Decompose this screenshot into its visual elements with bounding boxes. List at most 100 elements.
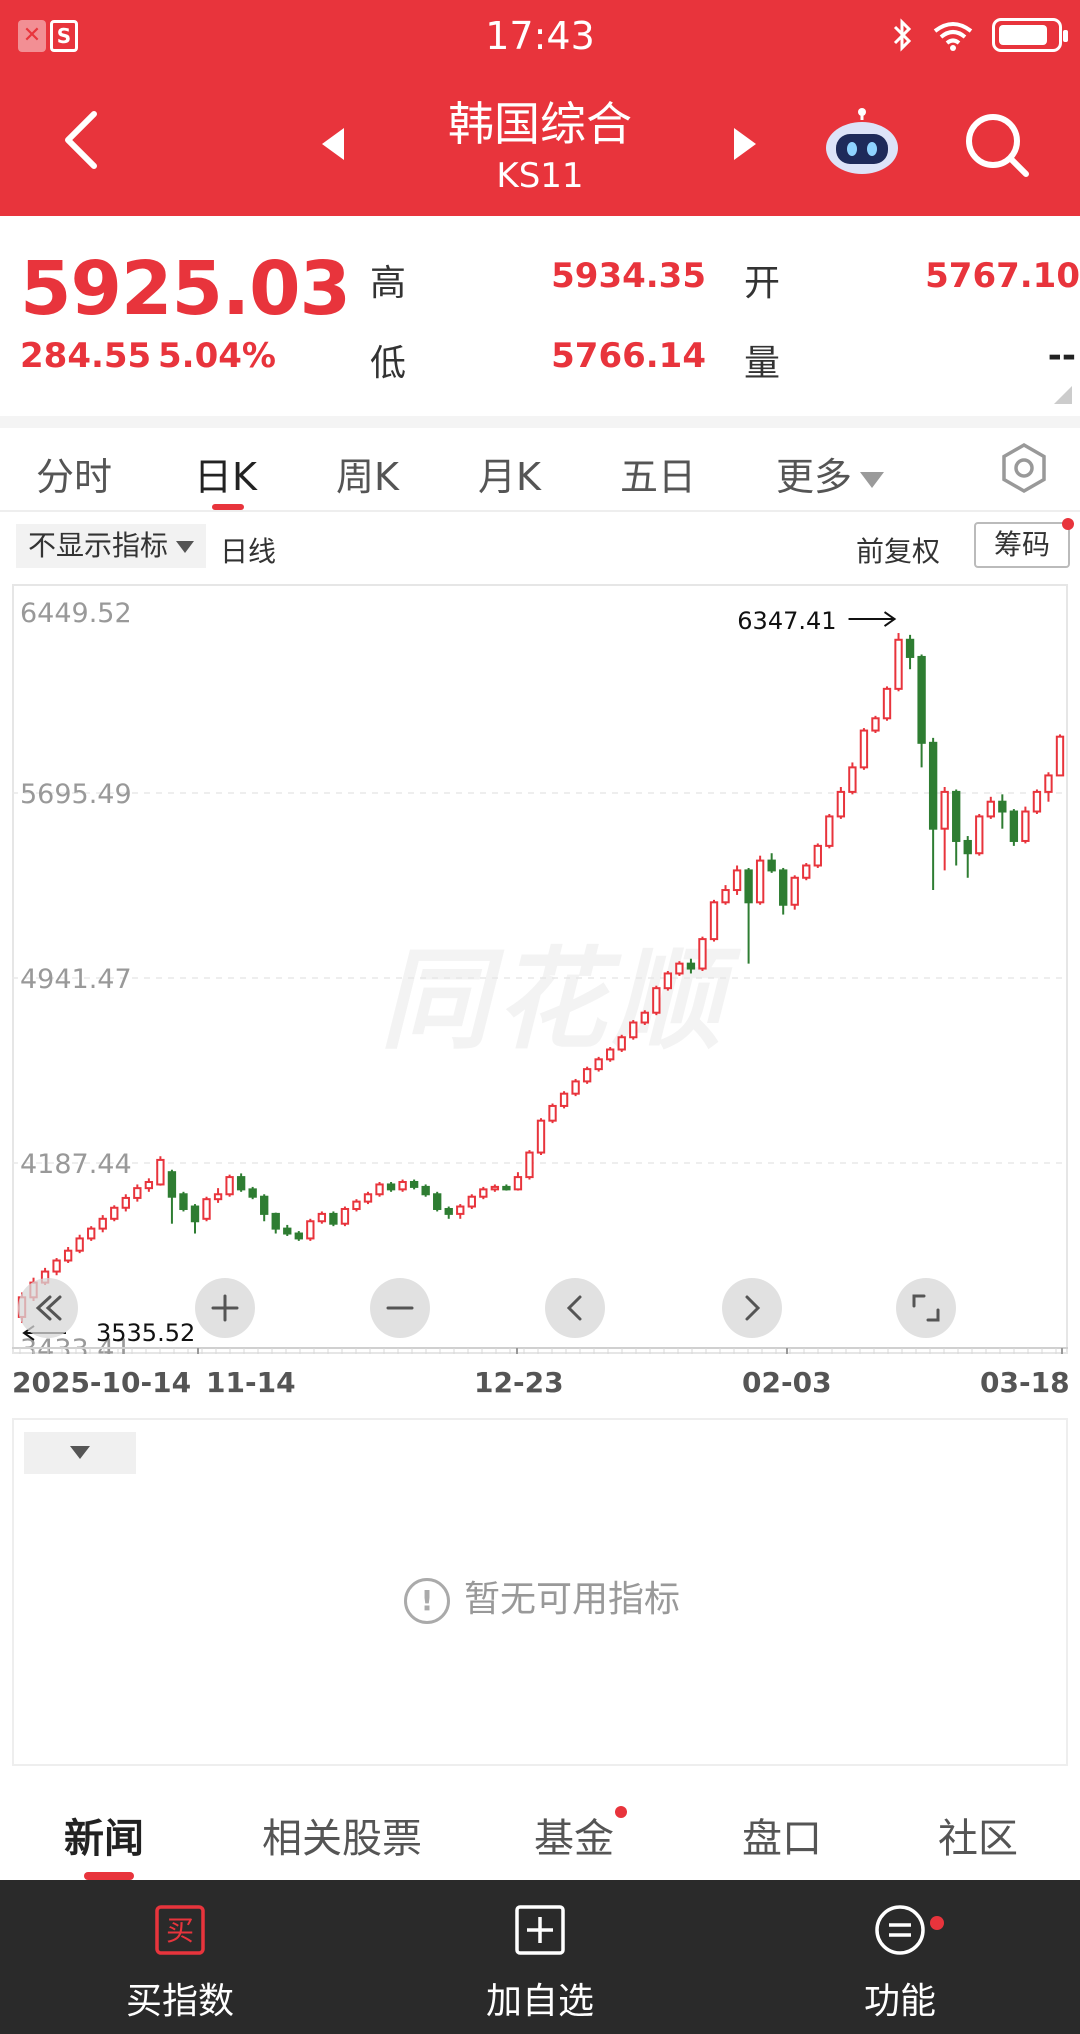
candle-body xyxy=(467,1195,476,1208)
zoom-out-icon[interactable] xyxy=(370,1278,430,1338)
candle-body xyxy=(213,1193,223,1201)
tab-five-day[interactable]: 五日 xyxy=(620,446,696,501)
tab-community[interactable]: 社区 xyxy=(938,1806,1018,1864)
candle-body xyxy=(133,1187,142,1199)
current-price: 5925.03 xyxy=(20,246,351,332)
candle-body xyxy=(294,1232,303,1240)
tab-monthly-k[interactable]: 月K xyxy=(478,446,541,501)
candle-body xyxy=(617,1036,626,1051)
indicator-panel: ! 暂无可用指标 xyxy=(12,1418,1068,1766)
notification-dot xyxy=(1062,518,1074,530)
candle-body xyxy=(225,1176,234,1196)
candle-body xyxy=(986,800,995,818)
high-value: 5934.35 xyxy=(551,256,706,296)
max-marker-label: 6347.41 xyxy=(737,607,836,635)
buy-index-button[interactable]: 买 买指数 xyxy=(80,1880,280,2034)
candle-body xyxy=(444,1207,453,1215)
tab-more[interactable]: 更多 xyxy=(776,446,885,501)
battery-icon xyxy=(992,18,1068,52)
candle-body xyxy=(859,729,869,769)
open-label: 开 xyxy=(744,263,781,304)
active-tab-indicator xyxy=(84,1872,134,1880)
indicator-dropdown[interactable] xyxy=(24,1432,136,1474)
double-left-icon[interactable] xyxy=(18,1278,78,1338)
indicator-select[interactable]: 不显示指标 xyxy=(16,524,207,568)
info-icon: ! xyxy=(403,1578,450,1624)
open-value: 5767.10 xyxy=(925,256,1080,296)
candle-body xyxy=(271,1212,280,1230)
candle-body xyxy=(63,1249,73,1262)
tab-order-book[interactable]: 盘口 xyxy=(742,1806,822,1864)
candle-body xyxy=(375,1183,384,1196)
candle-body xyxy=(433,1193,442,1210)
candle-body xyxy=(871,717,880,732)
candle-body xyxy=(340,1207,350,1225)
candle-body xyxy=(456,1205,465,1215)
y-tick-label: 4187.44 xyxy=(20,1149,132,1180)
empty-state-text: 暂无可用指标 xyxy=(463,1579,680,1620)
price-change-pct: 5.04% xyxy=(158,336,276,376)
next-index-icon[interactable] xyxy=(730,124,760,164)
y-tick-label: 4941.47 xyxy=(20,964,132,995)
indicator-select-label: 不显示指标 xyxy=(28,529,169,562)
candle-body xyxy=(928,741,938,830)
functions-button[interactable]: 功能 xyxy=(800,1880,1000,2034)
control-circle xyxy=(896,1278,956,1338)
candle-body xyxy=(179,1193,188,1210)
candle-body xyxy=(548,1104,557,1122)
chevron-left-icon[interactable] xyxy=(545,1278,605,1338)
price-change: 284.55 xyxy=(20,336,152,376)
candle-body xyxy=(1044,774,1053,793)
candle-body xyxy=(110,1206,119,1220)
add-watchlist-label: 加自选 xyxy=(485,1981,594,2022)
candle-body xyxy=(940,790,949,830)
tab-news[interactable]: 新闻 xyxy=(64,1806,144,1864)
menu-icon xyxy=(875,1905,925,1955)
fullscreen-icon[interactable] xyxy=(896,1278,956,1338)
x-tick-label: 11-14 xyxy=(206,1366,296,1399)
chart-toolbar: 不显示指标 日线 前复权 筹码 xyxy=(0,512,1080,584)
candle-body xyxy=(317,1212,327,1223)
tab-weekly-k[interactable]: 周K xyxy=(336,446,399,501)
candle-body xyxy=(121,1196,130,1209)
candle-body xyxy=(202,1198,211,1220)
tab-daily-k[interactable]: 日K xyxy=(194,446,257,501)
candle-body xyxy=(144,1180,154,1190)
add-watchlist-button[interactable]: 加自选 xyxy=(440,1880,640,2034)
high-label: 高 xyxy=(370,263,407,304)
header: ✕ S 17:43 韩国综合 KS11 xyxy=(0,0,1080,216)
candle-body xyxy=(386,1183,396,1191)
period-label: 日线 xyxy=(220,535,277,568)
adjust-mode[interactable]: 前复权 xyxy=(856,530,940,570)
period-tabs: 分时 日K 周K 月K 五日 更多 xyxy=(0,428,1080,512)
active-tab-indicator xyxy=(212,504,244,510)
candle-body xyxy=(582,1068,592,1083)
candle-body xyxy=(525,1151,534,1179)
tab-intraday[interactable]: 分时 xyxy=(36,446,112,501)
candle-body xyxy=(363,1193,373,1203)
candle-body xyxy=(917,655,926,744)
candle-body xyxy=(490,1185,500,1191)
functions-notification-dot xyxy=(930,1916,944,1930)
candle-body xyxy=(260,1195,269,1215)
candle-body xyxy=(352,1200,361,1210)
candle-body xyxy=(629,1021,638,1039)
candle-body xyxy=(1032,790,1042,813)
tab-related-stocks[interactable]: 相关股票 xyxy=(262,1806,422,1864)
zoom-in-icon[interactable] xyxy=(195,1278,255,1338)
candlestick-chart[interactable]: 6449.525695.494941.474187.443433.416347.… xyxy=(12,584,1068,1354)
candle-body xyxy=(190,1205,200,1223)
low-value: 5766.14 xyxy=(551,336,706,376)
candle-body xyxy=(571,1080,580,1095)
search-icon[interactable] xyxy=(962,110,1032,180)
robot-assistant-icon[interactable] xyxy=(822,108,902,178)
chips-button[interactable]: 筹码 xyxy=(974,522,1070,568)
candle-body xyxy=(975,815,984,855)
tab-funds[interactable]: 基金 xyxy=(534,1806,614,1864)
settings-icon[interactable] xyxy=(998,442,1050,494)
candle-body xyxy=(894,638,903,690)
candle-body xyxy=(594,1058,603,1071)
candle-body xyxy=(1021,810,1030,842)
chevron-right-icon[interactable] xyxy=(722,1278,782,1338)
expand-corner-icon[interactable] xyxy=(1054,386,1072,404)
